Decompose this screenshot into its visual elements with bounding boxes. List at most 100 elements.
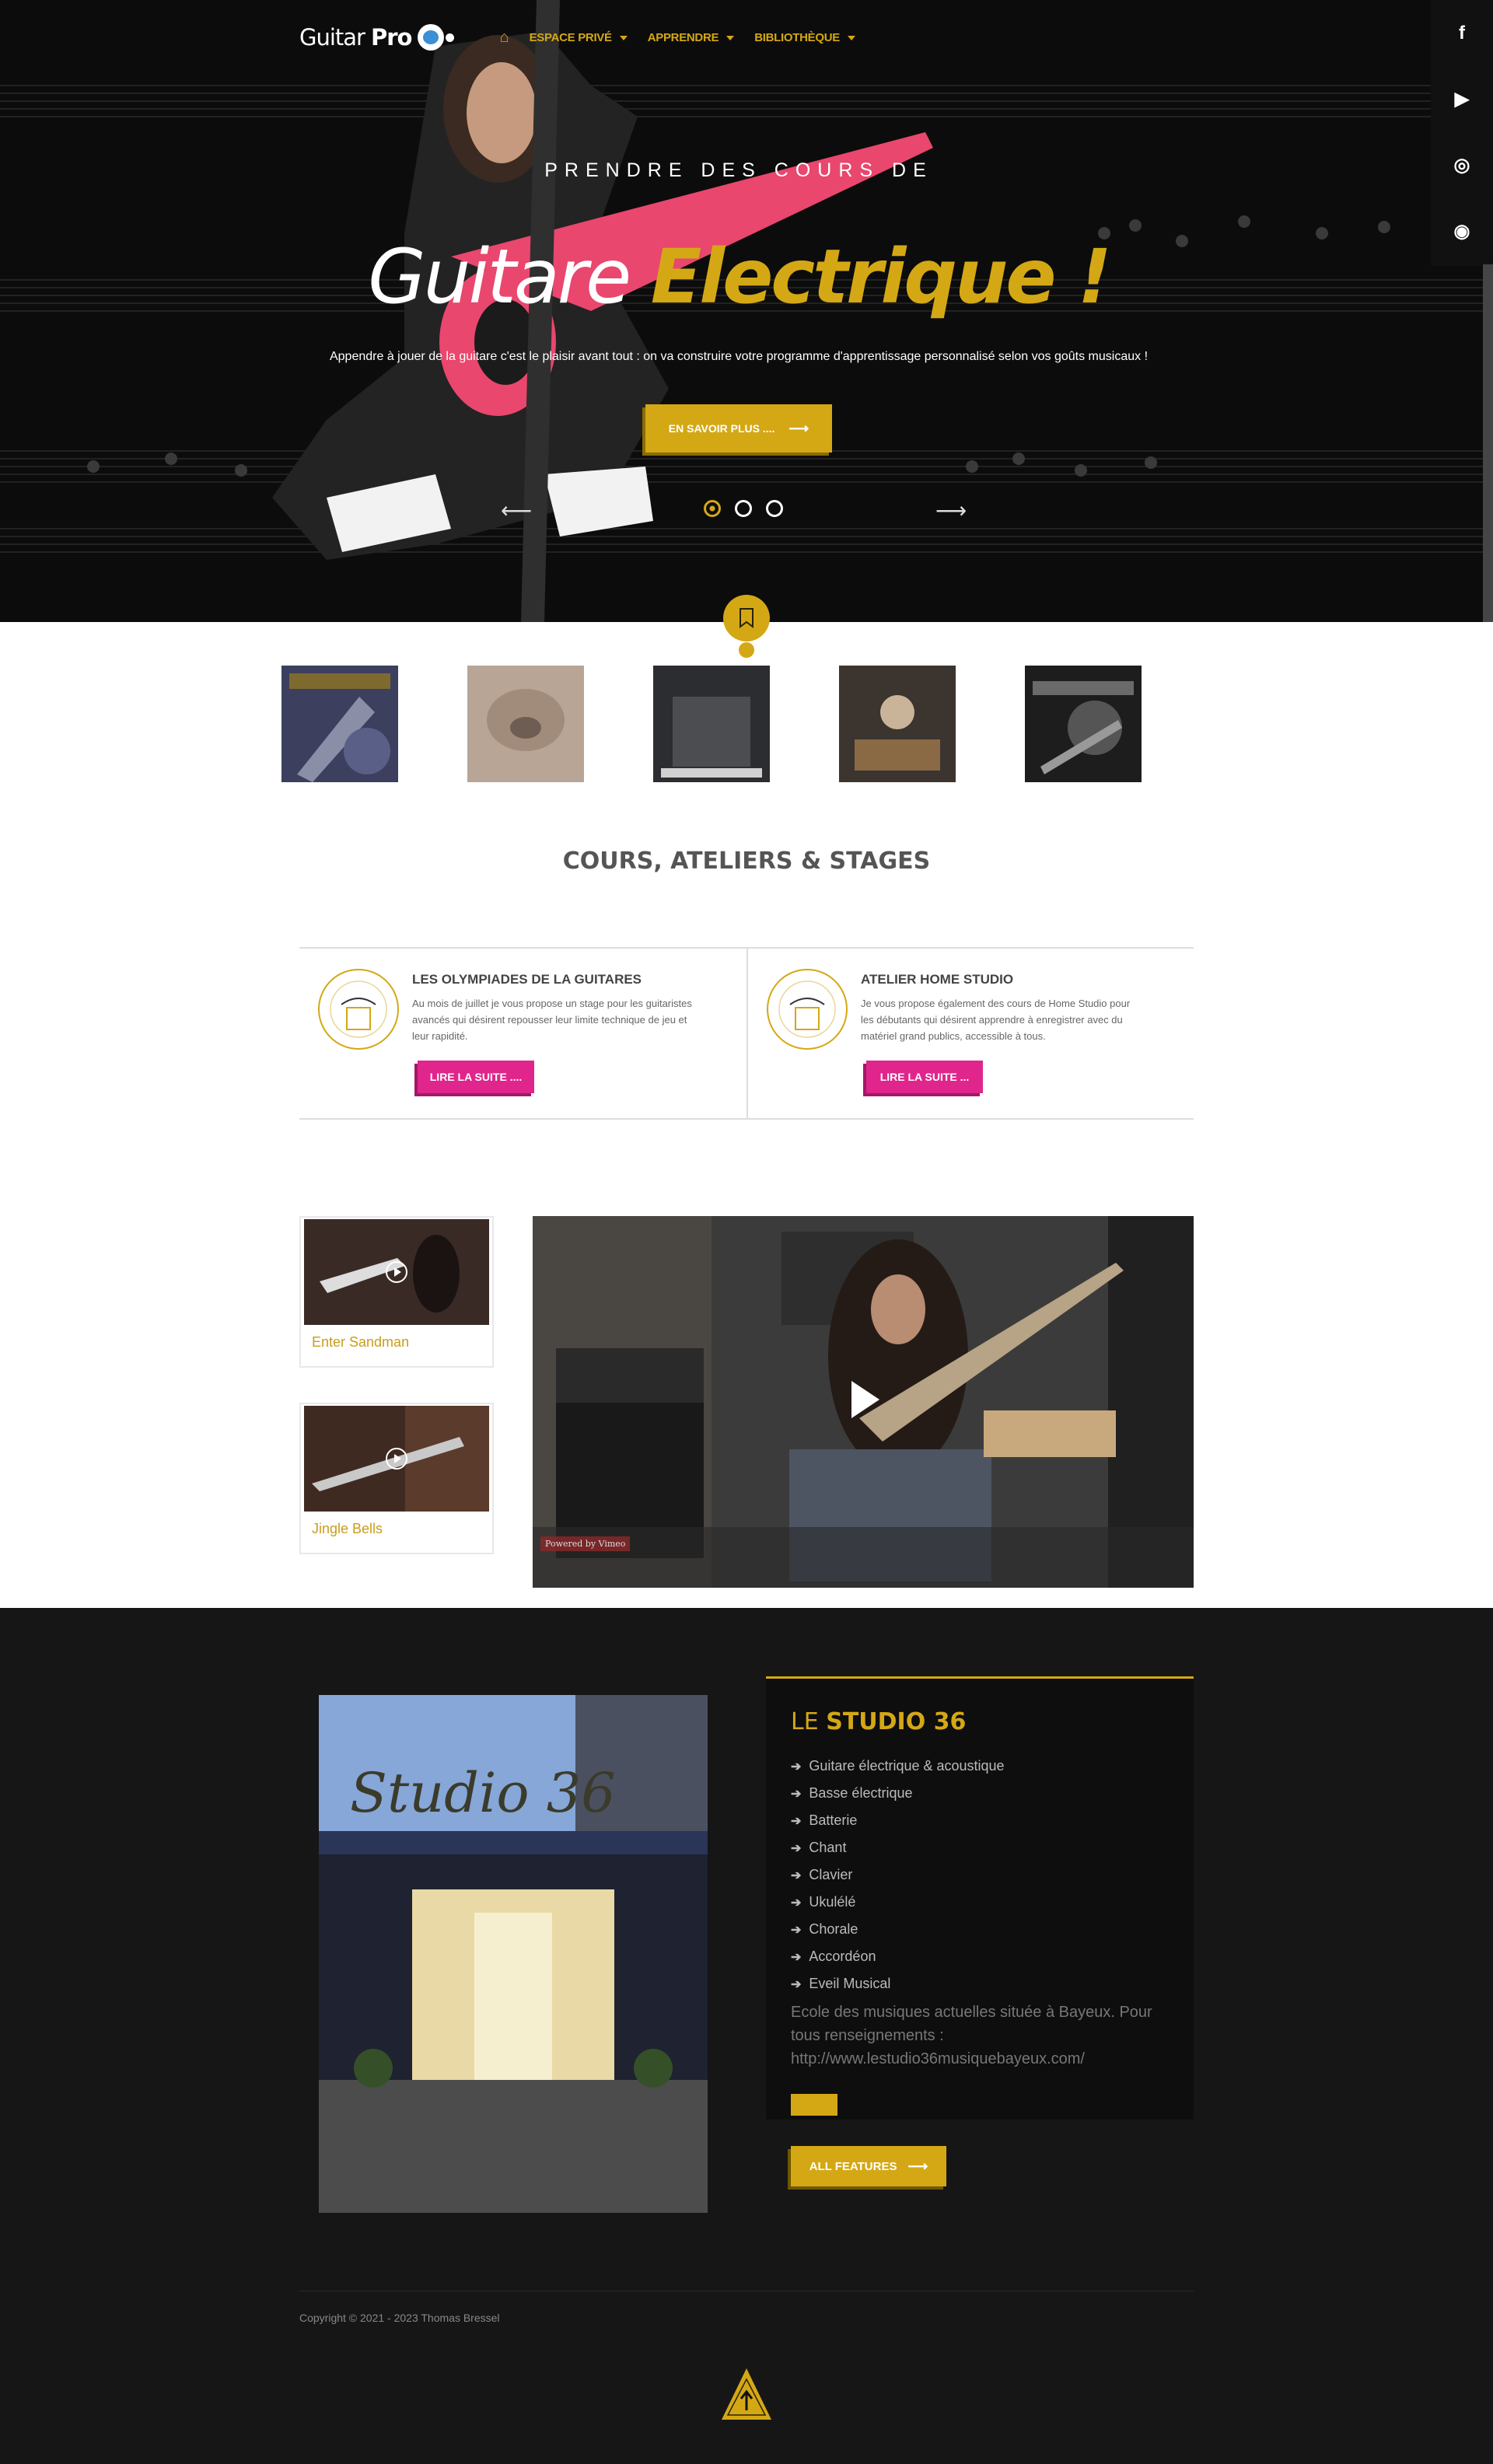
menu: ⌂ ESPACE PRIVÉ APPRENDRE BIBLIOTHÈQUE xyxy=(499,29,855,47)
studio36-logo-icon xyxy=(318,969,399,1050)
menu-item-label: ESPACE PRIVÉ xyxy=(529,30,612,44)
studio-panel: LE STUDIO 36 ➔ Guitare électrique & acous… xyxy=(766,1676,1194,2120)
video-card[interactable]: Enter Sandman xyxy=(299,1216,494,1368)
learn-more-button[interactable]: EN SAVOIR PLUS .... ⟶ xyxy=(645,404,832,453)
scrollbar[interactable] xyxy=(1483,264,1493,622)
logo-text: Guitar xyxy=(299,24,365,51)
list-item-label: Clavier xyxy=(809,1867,853,1882)
courses-grid: LES OLYMPIADES DE LA GUITARES Au mois de… xyxy=(299,947,1194,1120)
hero-subtitle: Appendre à jouer de la guitare c'est le … xyxy=(329,350,1149,363)
list-item-label: Basse électrique xyxy=(809,1785,913,1801)
arrow-right-icon: ➔ xyxy=(791,1787,802,1801)
list-item-label: Ukulélé xyxy=(809,1894,856,1910)
list-item: ➔ Basse électrique xyxy=(791,1780,1005,1807)
logo-dot-icon xyxy=(446,33,455,42)
list-item-label: Chant xyxy=(809,1840,847,1855)
slider-dot[interactable] xyxy=(735,500,752,517)
course-card: LES OLYMPIADES DE LA GUITARES Au mois de… xyxy=(299,949,746,1118)
arrow-right-icon: ➔ xyxy=(791,1923,802,1937)
course-text: Je vous propose également des cours de H… xyxy=(861,998,1131,1042)
list-item: ➔ Clavier xyxy=(791,1861,1005,1889)
studio-title: LE STUDIO 36 xyxy=(791,1708,966,1735)
arrow-right-icon: ➔ xyxy=(791,1760,802,1774)
studio-title-bold: STUDIO 36 xyxy=(826,1708,967,1735)
hero-pretitle: PRENDRE DES COURS DE xyxy=(544,159,933,181)
slider-next-arrow-icon[interactable]: ⟶ xyxy=(935,498,967,523)
social-sidebar: f ▶ ◎ ◉ xyxy=(1431,0,1493,266)
studio36-logo-icon xyxy=(767,969,848,1050)
video-card[interactable]: Jingle Bells xyxy=(299,1403,494,1554)
read-more-button[interactable]: LIRE LA SUITE ... xyxy=(866,1061,983,1093)
studio-title-light: LE xyxy=(791,1708,819,1735)
slider-dots xyxy=(704,500,783,517)
list-item: ➔ Eveil Musical xyxy=(791,1970,1005,1997)
course-card: ATELIER HOME STUDIO Je vous propose égal… xyxy=(746,949,1194,1118)
list-item-label: Batterie xyxy=(809,1812,858,1828)
menu-item-espace-prive[interactable]: ESPACE PRIVÉ xyxy=(530,31,628,44)
svg-text:Studio 36: Studio 36 xyxy=(350,1761,616,1825)
logo-badge-icon xyxy=(418,24,445,51)
list-item: ➔ Accordéon xyxy=(791,1943,1005,1970)
arrow-right-icon: ➔ xyxy=(791,1841,802,1855)
courses-section-title: COURS, ATELIERS & STAGES xyxy=(562,848,931,875)
main-nav: Guitar Pro ⌂ ESPACE PRIVÉ APPRENDRE BIBL… xyxy=(299,22,855,53)
list-item-label: Accordéon xyxy=(809,1948,876,1964)
powered-by-label[interactable]: Powered by Vimeo xyxy=(540,1536,631,1551)
arrow-right-icon: ➔ xyxy=(791,1896,802,1910)
album-cover[interactable] xyxy=(839,666,956,782)
list-item-label: Guitare électrique & acoustique xyxy=(809,1758,1005,1774)
all-features-label: ALL FEATURES xyxy=(809,2159,897,2173)
youtube-icon[interactable]: ▶ xyxy=(1431,66,1493,132)
course-title: LES OLYMPIADES DE LA GUITARES xyxy=(412,972,642,987)
slider-prev-arrow-icon[interactable]: ⟵ xyxy=(501,498,532,523)
learn-more-label: EN SAVOIR PLUS .... xyxy=(668,422,775,435)
studio-description: Ecole des musiques actuelles située à Ba… xyxy=(791,2004,1152,2067)
bookmark-icon xyxy=(723,595,770,641)
play-icon[interactable] xyxy=(386,1261,407,1283)
arrow-right-icon: ⟶ xyxy=(907,2158,928,2174)
hero-title-yellow: Electrique ! xyxy=(650,233,1112,320)
home-icon[interactable]: ⌂ xyxy=(499,29,509,47)
main-video-player[interactable]: Powered by Vimeo xyxy=(533,1216,1194,1588)
list-item-label: Eveil Musical xyxy=(809,1976,891,1991)
hero-slider: Guitar Pro ⌂ ESPACE PRIVÉ APPRENDRE BIBL… xyxy=(0,0,1493,622)
video-title[interactable]: Jingle Bells xyxy=(312,1521,383,1537)
chevron-down-icon xyxy=(847,35,855,40)
back-to-top-icon[interactable] xyxy=(715,2364,778,2426)
album-cover[interactable] xyxy=(1025,666,1142,782)
list-item: ➔ Chorale xyxy=(791,1916,1005,1943)
bookmark-tail xyxy=(739,642,754,658)
copyright-text: Copyright © 2021 - 2023 Thomas Bressel xyxy=(299,2312,500,2324)
course-text: Au mois de juillet je vous propose un st… xyxy=(412,998,692,1042)
menu-item-bibliotheque[interactable]: BIBLIOTHÈQUE xyxy=(754,31,855,44)
all-features-button[interactable]: ALL FEATURES ⟶ xyxy=(791,2146,946,2186)
chevron-down-icon xyxy=(726,35,735,40)
chevron-down-icon xyxy=(619,35,628,40)
menu-item-label: APPRENDRE xyxy=(647,30,719,44)
list-item: ➔ Batterie xyxy=(791,1807,1005,1834)
logo-text-bold: Pro xyxy=(370,24,412,51)
accent-bar xyxy=(791,2094,837,2116)
arrow-right-icon: ➔ xyxy=(791,1950,802,1964)
list-item: ➔ Ukulélé xyxy=(791,1889,1005,1916)
album-cover[interactable] xyxy=(653,666,770,782)
hero-title-white: Guitare xyxy=(368,233,631,320)
play-icon[interactable] xyxy=(386,1448,407,1470)
slider-dot[interactable] xyxy=(704,500,721,517)
menu-item-apprendre[interactable]: APPRENDRE xyxy=(647,30,735,44)
album-cover[interactable] xyxy=(467,666,584,782)
facebook-icon[interactable]: f xyxy=(1431,0,1493,66)
menu-item-label: BIBLIOTHÈQUE xyxy=(754,30,840,44)
video-thumbnail xyxy=(304,1219,489,1325)
slider-dot[interactable] xyxy=(766,500,783,517)
arrow-right-icon: ➔ xyxy=(791,1814,802,1828)
arrow-right-icon: ⟶ xyxy=(788,420,809,436)
arrow-right-icon: ➔ xyxy=(791,1977,802,1991)
video-title[interactable]: Enter Sandman xyxy=(312,1334,409,1351)
course-title: ATELIER HOME STUDIO xyxy=(861,972,1014,987)
album-cover[interactable] xyxy=(281,666,398,782)
studio-list: ➔ Guitare électrique & acoustique ➔ Basse … xyxy=(791,1753,1005,1997)
play-icon[interactable] xyxy=(851,1381,879,1418)
site-logo[interactable]: Guitar Pro xyxy=(299,24,455,51)
read-more-button[interactable]: LIRE LA SUITE .... xyxy=(418,1061,534,1093)
